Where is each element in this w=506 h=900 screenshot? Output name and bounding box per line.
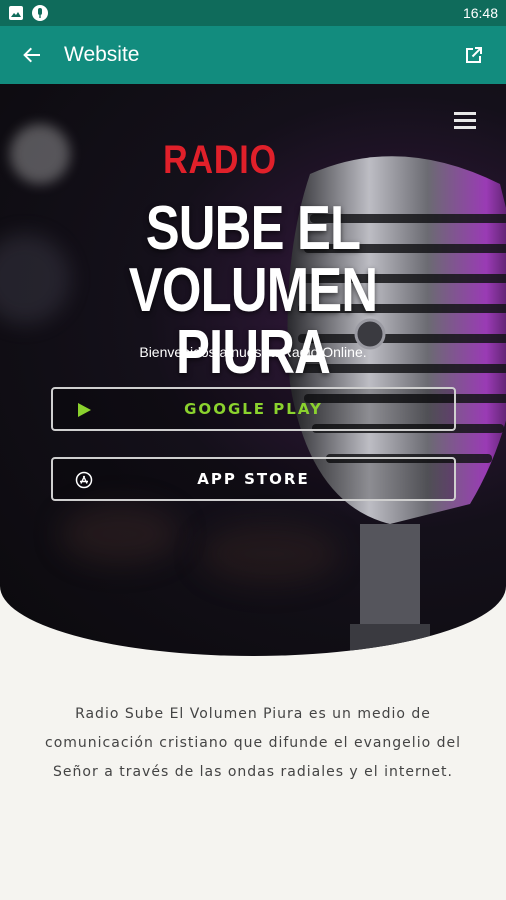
status-bar: 16:48: [0, 0, 506, 26]
bokeh-light: [60, 504, 180, 564]
image-icon: [8, 5, 24, 21]
back-button[interactable]: [16, 39, 48, 71]
play-icon: [78, 403, 91, 417]
google-play-label: GOOGLE PLAY: [184, 400, 323, 418]
google-play-button[interactable]: GOOGLE PLAY: [51, 387, 456, 431]
status-time: 16:48: [462, 5, 498, 21]
app-store-icon: [75, 471, 93, 489]
app-store-label: APP STORE: [197, 470, 310, 488]
hamburger-menu-icon[interactable]: [454, 112, 476, 130]
hero-subtitle: Bienvenidos a nuestra Radio Online.: [139, 344, 367, 360]
back-arrow-icon: [23, 47, 40, 63]
about-text: Radio Sube El Volumen Piura es un medio …: [45, 706, 461, 780]
app-bar: Website: [0, 26, 506, 84]
radio-logo: RADIO: [163, 138, 277, 182]
hero-title-line1: SUBE EL VOLUMEN: [128, 194, 378, 325]
app-store-button[interactable]: APP STORE: [51, 457, 456, 501]
hero-section: RADIO SUBE EL VOLUMEN PIURA Bienvenidos …: [0, 84, 506, 656]
open-external-button[interactable]: [458, 39, 490, 71]
open-external-icon: [466, 47, 482, 63]
mic-icon: [32, 5, 48, 21]
page-title: Website: [64, 43, 140, 66]
